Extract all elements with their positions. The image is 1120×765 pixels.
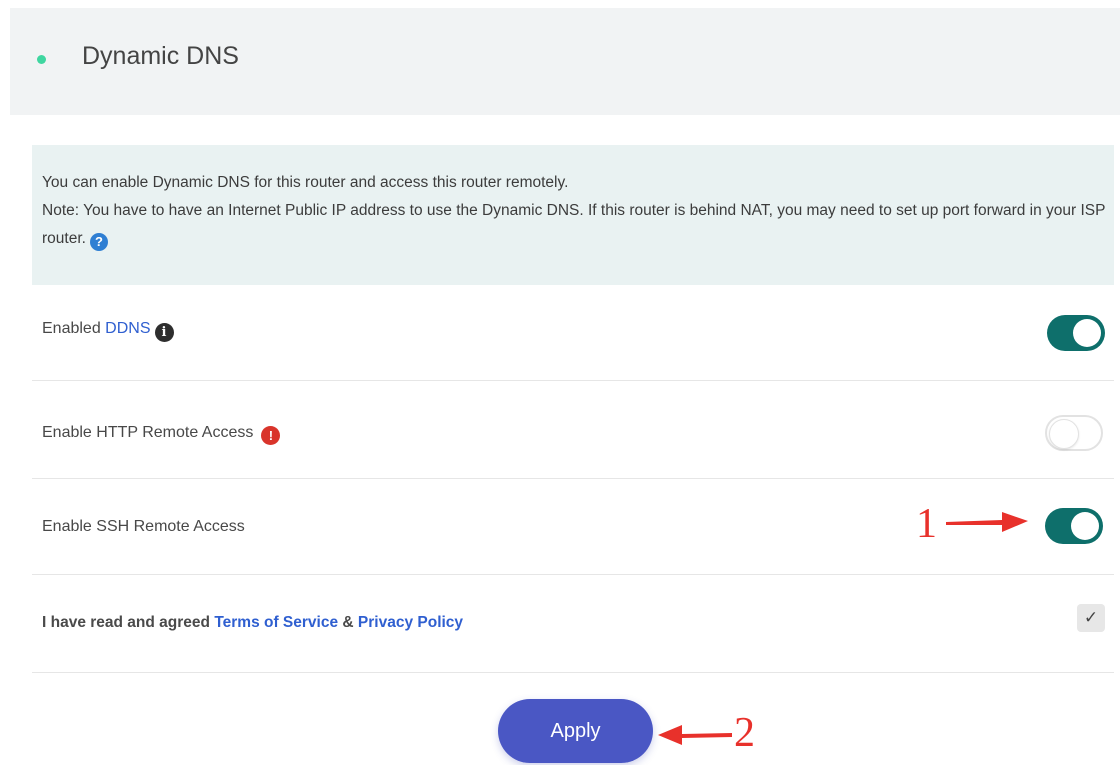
section-header: Dynamic DNS bbox=[10, 8, 1120, 115]
info-icon[interactable]: i bbox=[154, 323, 174, 342]
info-note: You can enable Dynamic DNS for this rout… bbox=[32, 145, 1114, 285]
terms-prefix: I have read and agreed bbox=[42, 614, 210, 631]
question-icon[interactable]: ? bbox=[89, 233, 108, 251]
status-dot bbox=[37, 55, 46, 64]
annotation-arrow-1 bbox=[946, 512, 1028, 532]
arrow-right-icon bbox=[946, 512, 1028, 532]
http-label: Enable HTTP Remote Access bbox=[42, 424, 254, 441]
http-toggle[interactable] bbox=[1045, 415, 1103, 451]
warning-icon[interactable]: ! bbox=[261, 426, 281, 445]
terms-row: I have read and agreed Terms of Service … bbox=[32, 614, 1114, 632]
ssh-label: Enable SSH Remote Access bbox=[42, 518, 245, 535]
ddns-link[interactable]: DDNS bbox=[105, 320, 150, 337]
ddns-label: Enabled bbox=[42, 320, 101, 337]
ddns-toggle[interactable] bbox=[1047, 315, 1105, 351]
note-line-2-text: Note: You have to have an Internet Publi… bbox=[42, 202, 1106, 247]
terms-ampersand: & bbox=[342, 614, 354, 631]
terms-of-service-link[interactable]: Terms of Service bbox=[214, 614, 338, 631]
arrow-left-icon bbox=[658, 725, 732, 745]
divider bbox=[32, 380, 1114, 381]
annotation-number-1: 1 bbox=[916, 501, 937, 547]
annotation-arrow-2 bbox=[658, 725, 732, 745]
note-line-1: You can enable Dynamic DNS for this rout… bbox=[42, 174, 569, 191]
divider bbox=[32, 478, 1114, 479]
setting-row-ddns: Enabled DDNS i bbox=[32, 320, 1114, 342]
toggle-knob bbox=[1071, 512, 1099, 540]
apply-button[interactable]: Apply bbox=[498, 699, 653, 763]
divider bbox=[32, 574, 1114, 575]
page-title: Dynamic DNS bbox=[82, 42, 239, 70]
setting-row-http: Enable HTTP Remote Access! bbox=[32, 424, 1114, 445]
agree-checkbox[interactable]: ✓ bbox=[1077, 604, 1105, 632]
toggle-knob bbox=[1049, 419, 1079, 449]
toggle-knob bbox=[1073, 319, 1101, 347]
privacy-policy-link[interactable]: Privacy Policy bbox=[358, 614, 463, 631]
annotation-number-2: 2 bbox=[734, 710, 755, 756]
ssh-toggle[interactable] bbox=[1045, 508, 1103, 544]
ddns-page: Dynamic DNS You can enable Dynamic DNS f… bbox=[0, 0, 1120, 765]
note-line-2: Note: You have to have an Internet Publi… bbox=[42, 197, 1114, 253]
divider bbox=[32, 672, 1114, 673]
